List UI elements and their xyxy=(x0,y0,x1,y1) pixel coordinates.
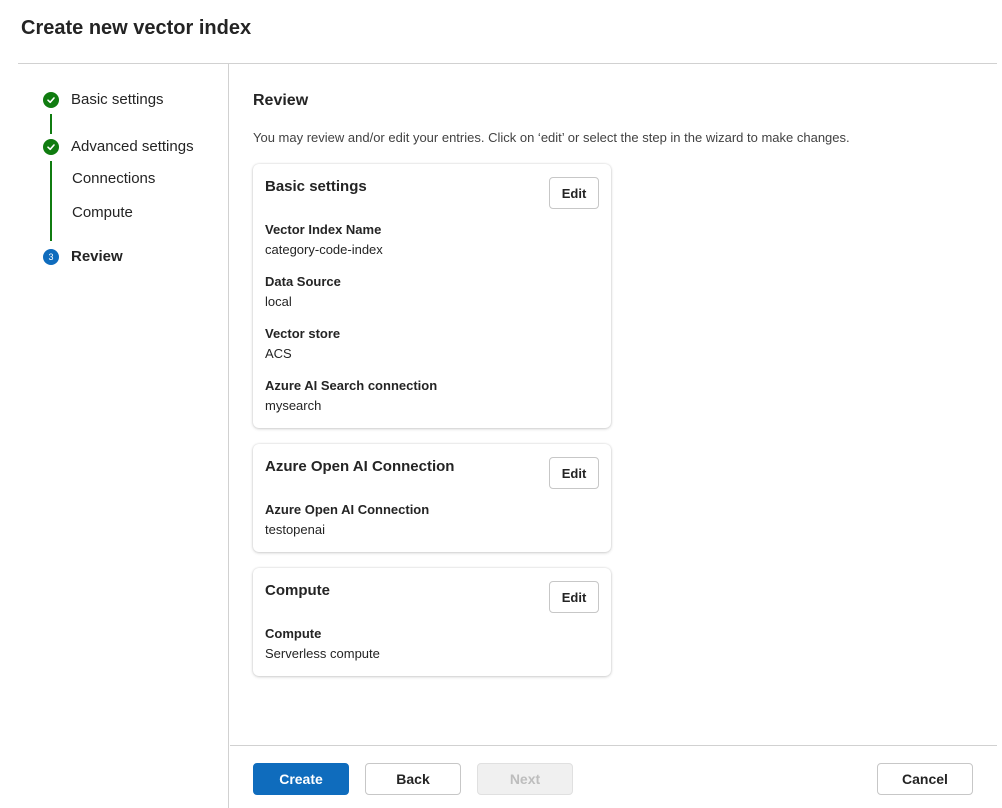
field-value: Serverless compute xyxy=(265,646,380,661)
field-label: Azure Open AI Connection xyxy=(265,502,430,517)
review-panel: Review You may review and/or edit your e… xyxy=(230,64,997,745)
edit-azure-open-ai-connection-button[interactable]: Edit xyxy=(549,457,599,489)
field-value: testopenai xyxy=(265,522,325,537)
cancel-button[interactable]: Cancel xyxy=(877,763,973,795)
wizard-stepper: Basic settings Advanced settings Connect… xyxy=(18,64,229,808)
substep-compute[interactable]: Compute xyxy=(72,204,133,221)
back-button[interactable]: Back xyxy=(365,763,461,795)
field-azure-open-ai-connection: Azure Open AI Connection testopenai xyxy=(265,501,429,539)
compute-card: Compute Edit Compute Serverless compute xyxy=(253,568,611,676)
card-title: Compute xyxy=(265,582,330,599)
field-data-source: Data Source local xyxy=(265,273,341,311)
step-basic-settings[interactable]: Basic settings xyxy=(43,91,164,108)
card-title: Azure Open AI Connection xyxy=(265,458,455,475)
azure-open-ai-connection-card: Azure Open AI Connection Edit Azure Open… xyxy=(253,444,611,552)
step-label: Basic settings xyxy=(71,91,164,108)
field-label: Vector Index Name xyxy=(265,222,382,237)
step-review[interactable]: 3 Review xyxy=(43,248,123,265)
field-label: Data Source xyxy=(265,274,341,289)
step-connector xyxy=(50,161,52,241)
checkmark-icon xyxy=(43,138,59,155)
field-value: mysearch xyxy=(265,398,322,413)
field-azure-ai-search-connection: Azure AI Search connection mysearch xyxy=(265,377,437,415)
edit-compute-button[interactable]: Edit xyxy=(549,581,599,613)
field-value: category-code-index xyxy=(265,242,383,257)
step-label: Review xyxy=(71,248,123,265)
create-button[interactable]: Create xyxy=(253,763,349,795)
field-value: local xyxy=(265,294,292,309)
field-compute: Compute Serverless compute xyxy=(265,625,380,663)
checkmark-icon xyxy=(43,91,59,108)
header: Create new vector index xyxy=(0,0,1002,64)
edit-basic-settings-button[interactable]: Edit xyxy=(549,177,599,209)
step-advanced-settings[interactable]: Advanced settings xyxy=(43,138,194,155)
wizard-footer: Create Back Next Cancel xyxy=(230,745,997,808)
field-vector-store: Vector store ACS xyxy=(265,325,340,363)
basic-settings-card: Basic settings Edit Vector Index Name ca… xyxy=(253,164,611,428)
step-label: Advanced settings xyxy=(71,138,194,155)
section-title: Review xyxy=(253,92,309,109)
field-label: Compute xyxy=(265,626,322,641)
create-vector-index-wizard: Create new vector index Basic settings A… xyxy=(0,0,1002,808)
step-connector xyxy=(50,114,52,134)
next-button: Next xyxy=(477,763,573,795)
field-vector-index-name: Vector Index Name category-code-index xyxy=(265,221,383,259)
field-value: ACS xyxy=(265,346,292,361)
page-title: Create new vector index xyxy=(21,17,252,39)
step-number-icon: 3 xyxy=(43,248,59,265)
field-label: Vector store xyxy=(265,326,341,341)
card-title: Basic settings xyxy=(265,178,367,195)
substep-connections[interactable]: Connections xyxy=(72,170,155,187)
field-label: Azure AI Search connection xyxy=(265,378,438,393)
review-description: You may review and/or edit your entries.… xyxy=(253,130,850,145)
